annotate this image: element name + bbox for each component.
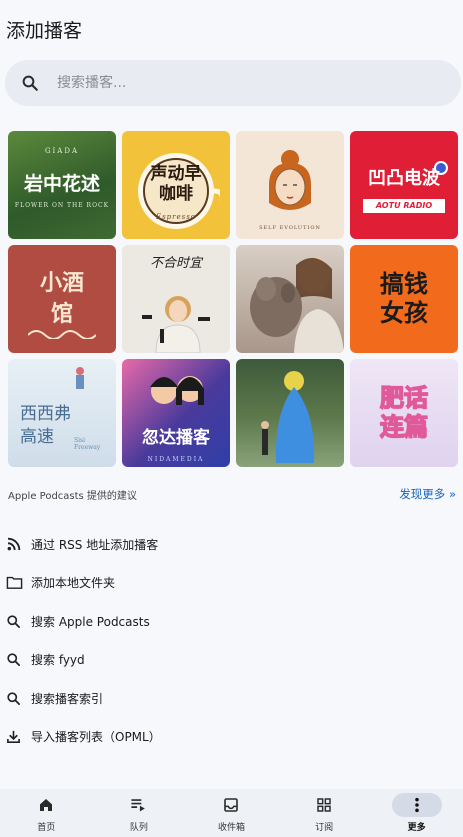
- search-icon: [5, 74, 55, 92]
- nav-inbox[interactable]: 收件箱: [185, 789, 278, 837]
- podcast-subtitle: Sisi Freeway: [74, 437, 101, 451]
- action-label: 搜索 Apple Podcasts: [31, 614, 150, 629]
- inbox-icon: [206, 793, 256, 817]
- wave-decoration-icon: [28, 330, 96, 339]
- suggestions-label: Apple Podcasts 提供的建议: [8, 490, 137, 502]
- figure-illustration-icon: [76, 367, 84, 389]
- download-icon: [6, 729, 28, 744]
- search-input[interactable]: [57, 75, 417, 91]
- podcast-title: 西西弗高速: [20, 404, 71, 447]
- blue-figure-image: [261, 371, 315, 463]
- action-label: 导入播客列表（OPML）: [31, 730, 161, 745]
- nav-more[interactable]: 更多: [370, 789, 463, 837]
- host-photo-image: [142, 296, 210, 353]
- nav-home[interactable]: 首页: [0, 789, 93, 837]
- nav-queue[interactable]: 队列: [93, 789, 186, 837]
- action-label: 搜索 fyyd: [31, 653, 85, 668]
- podcast-subtitle: NIDAMEDIA: [147, 456, 205, 463]
- podcast-tile[interactable]: 忽达播客 NIDAMEDIA: [122, 359, 230, 467]
- home-icon: [21, 793, 71, 817]
- add-actions-list: 通过 RSS 地址添加播客 添加本地文件夹 搜索 Apple Podcasts …: [0, 525, 463, 756]
- more-vert-icon: [391, 793, 442, 817]
- action-label: 通过 RSS 地址添加播客: [31, 537, 159, 552]
- search-icon: [6, 614, 28, 629]
- podcast-tile[interactable]: 不合时宜: [122, 245, 230, 353]
- bottom-navigation: 首页 队列 收件箱 订阅 更多: [0, 789, 463, 837]
- podcast-title: 凹凸电波: [368, 168, 440, 189]
- podcast-tile[interactable]: 小酒馆: [8, 245, 116, 353]
- folder-icon: [6, 575, 28, 590]
- action-label: 添加本地文件夹: [31, 576, 116, 591]
- nav-subscriptions[interactable]: 订阅: [278, 789, 371, 837]
- podcast-grid: GIADA 岩中花述 FLOWER ON THE ROCK 声动早咖啡 Espr…: [8, 131, 458, 467]
- podcast-tile[interactable]: GIADA 岩中花述 FLOWER ON THE ROCK: [8, 131, 116, 239]
- podcast-tile[interactable]: 西西弗高速 Sisi Freeway: [8, 359, 116, 467]
- nav-label: 收件箱: [217, 823, 245, 833]
- podcast-subtitle: SELF EVOLUTION: [259, 225, 321, 231]
- nav-label: 首页: [37, 823, 56, 833]
- illustrated-face-image: [269, 150, 311, 210]
- hosts-illustration-image: [150, 376, 204, 405]
- podcast-tile[interactable]: [236, 245, 344, 353]
- add-by-rss-button[interactable]: 通过 RSS 地址添加播客: [0, 525, 463, 564]
- podcast-title: 不合时宜: [149, 256, 202, 271]
- nav-label: 更多: [407, 823, 426, 833]
- queue-icon: [114, 793, 164, 817]
- search-icon: [6, 691, 28, 706]
- podcast-subtitle: FLOWER ON THE ROCK: [14, 202, 110, 209]
- podcast-title: 忽达播客: [142, 428, 210, 448]
- add-local-folder-button[interactable]: 添加本地文件夹: [0, 564, 463, 603]
- podcast-title: 小酒馆: [39, 270, 84, 327]
- podcast-tile[interactable]: 搞钱女孩: [350, 245, 458, 353]
- search-apple-podcasts-button[interactable]: 搜索 Apple Podcasts: [0, 602, 463, 641]
- podcast-tile[interactable]: [236, 359, 344, 467]
- nav-label: 队列: [129, 823, 148, 833]
- grid-icon: [299, 793, 349, 817]
- podcast-tile[interactable]: 声动早咖啡 Espresso: [122, 131, 230, 239]
- search-icon: [6, 652, 28, 667]
- podcast-brand: GIADA: [44, 147, 80, 155]
- podcast-title: 肥话连篇: [379, 383, 429, 441]
- host-photo-image: [250, 257, 344, 353]
- suggestions-row: Apple Podcasts 提供的建议 发现更多 »: [8, 486, 456, 502]
- podcast-tile[interactable]: 凹凸电波 AOTU RADIO: [350, 131, 458, 239]
- rss-icon: [6, 536, 28, 552]
- search-bar[interactable]: [5, 60, 461, 106]
- page-title: 添加播客: [6, 20, 83, 42]
- action-label: 搜索播客索引: [31, 691, 104, 706]
- podcast-title: 岩中花述: [23, 173, 100, 196]
- nav-label: 订阅: [315, 823, 334, 833]
- podcast-tile[interactable]: 肥话连篇: [350, 359, 458, 467]
- podcast-title: 声动早咖啡: [150, 164, 202, 204]
- podcast-subtitle: AOTU RADIO: [363, 199, 445, 213]
- podcast-subtitle: Espresso: [155, 213, 197, 221]
- podcast-title: 搞钱女孩: [380, 269, 428, 327]
- import-opml-button[interactable]: 导入播客列表（OPML）: [0, 718, 463, 757]
- discover-more-link[interactable]: 发现更多 »: [399, 486, 456, 502]
- search-podcast-index-button[interactable]: 搜索播客索引: [0, 679, 463, 718]
- search-fyyd-button[interactable]: 搜索 fyyd: [0, 641, 463, 680]
- podcast-tile[interactable]: SELF EVOLUTION: [236, 131, 344, 239]
